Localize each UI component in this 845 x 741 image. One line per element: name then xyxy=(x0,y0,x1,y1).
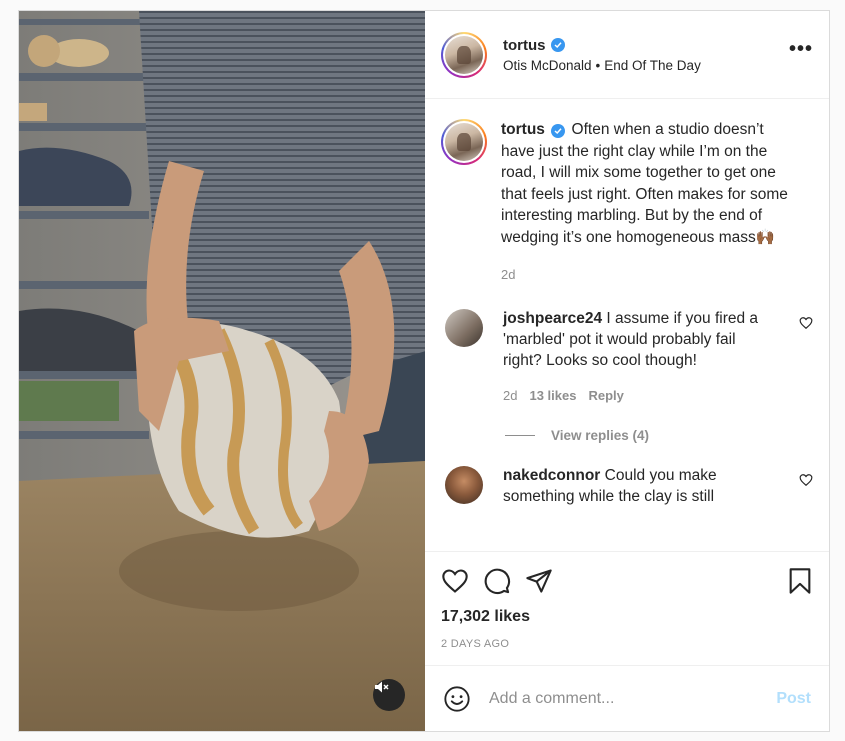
comment-composer: Post xyxy=(425,665,829,731)
caption: tortus Often when a studio doesn’t have … xyxy=(441,119,813,286)
heart-icon[interactable] xyxy=(799,473,813,487)
emoji-button[interactable] xyxy=(443,685,471,713)
audio-line: Otis McDonald • End Of The Day xyxy=(503,58,789,73)
comment-likes[interactable]: 13 likes xyxy=(529,385,576,406)
commenter-avatar[interactable] xyxy=(445,308,483,347)
like-button[interactable] xyxy=(441,567,469,595)
paper-plane-icon xyxy=(526,569,552,593)
smiley-icon xyxy=(444,685,470,712)
verified-badge-icon xyxy=(551,124,566,138)
separator: • xyxy=(595,57,601,73)
caption-text: Often when a studio doesn’t have just th… xyxy=(501,121,788,246)
post-actions-section: 17,302 likes 2 DAYS AGO xyxy=(425,551,829,665)
comment-item: nakedconnor Could you make something whi… xyxy=(441,465,813,507)
view-replies-label: View replies (4) xyxy=(551,427,650,443)
divider xyxy=(505,434,535,436)
avatar-image xyxy=(445,35,483,74)
heart-icon xyxy=(442,569,468,593)
bookmark-icon xyxy=(789,568,811,594)
save-button[interactable] xyxy=(787,567,813,595)
comment-username[interactable]: joshpearce24 xyxy=(503,310,602,327)
likes-count[interactable]: 17,302 likes xyxy=(441,608,813,626)
comment-button[interactable] xyxy=(483,567,511,595)
comment-username[interactable]: nakedconnor xyxy=(503,467,600,484)
raised-hands-emoji: 🙌🏾 xyxy=(755,228,776,246)
view-replies-button[interactable]: View replies (4) xyxy=(505,428,813,443)
caption-username[interactable]: tortus xyxy=(501,121,545,138)
mute-button[interactable] xyxy=(373,679,405,711)
author-avatar[interactable] xyxy=(441,31,487,78)
comments-list[interactable]: tortus Often when a studio doesn’t have … xyxy=(425,99,829,551)
post-comment-button[interactable]: Post xyxy=(776,690,811,708)
audio-artist[interactable]: Otis McDonald xyxy=(503,58,592,73)
author-username[interactable]: tortus xyxy=(503,37,546,54)
reply-button[interactable]: Reply xyxy=(588,385,623,406)
speaker-muted-icon xyxy=(375,681,389,693)
heart-icon[interactable] xyxy=(799,316,813,330)
caption-avatar[interactable] xyxy=(441,119,487,165)
post-panel: tortus Otis McDonald • End Of The Day ••… xyxy=(425,11,829,731)
post-card: tortus Otis McDonald • End Of The Day ••… xyxy=(18,10,830,732)
post-timestamp[interactable]: 2 DAYS AGO xyxy=(441,638,813,650)
commenter-avatar[interactable] xyxy=(445,465,483,504)
action-bar xyxy=(441,552,813,610)
verified-badge-icon xyxy=(550,38,565,52)
comment-age: 2d xyxy=(503,387,518,403)
comment-item: joshpearce24 I assume if you fired a 'ma… xyxy=(441,308,813,406)
post-video[interactable] xyxy=(19,11,425,731)
share-button[interactable] xyxy=(525,567,553,595)
post-header: tortus Otis McDonald • End Of The Day ••… xyxy=(425,11,829,99)
comment-bubble-icon xyxy=(484,568,510,594)
audio-title[interactable]: End Of The Day xyxy=(604,58,701,73)
comment-input[interactable] xyxy=(489,689,777,708)
more-options-icon[interactable]: ••• xyxy=(789,38,813,71)
caption-age: 2d xyxy=(501,267,516,282)
video-frame xyxy=(19,11,425,731)
